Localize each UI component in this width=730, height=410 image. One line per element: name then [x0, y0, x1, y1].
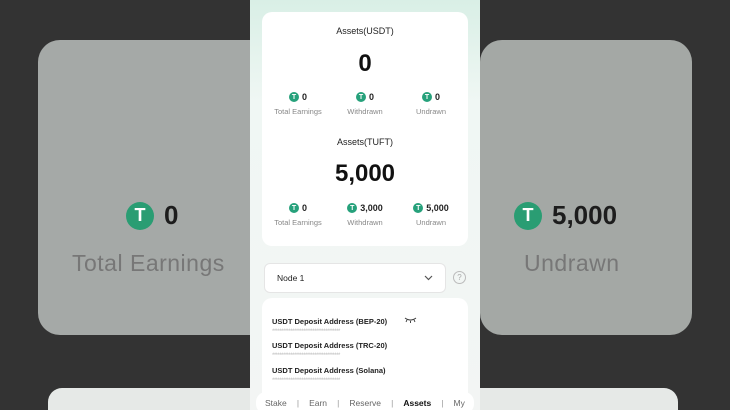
eye-closed-icon[interactable]: [404, 316, 417, 325]
bottom-tabbar: Stake | Earn | Reserve | Assets | My: [256, 392, 474, 410]
tab-stake[interactable]: Stake: [265, 398, 287, 408]
stat-value: 3,000: [360, 203, 383, 213]
deposit-bep20-label: USDT Deposit Address (BEP-20): [272, 317, 388, 326]
stat-value: 5,000: [426, 203, 449, 213]
stat-value: 0: [301, 203, 307, 213]
bg-undrawn-label: Undrawn: [524, 250, 620, 276]
usdt-assets-title: Assets(USDT): [336, 26, 394, 36]
usdt-undrawn: T0 Undrawn: [397, 92, 465, 116]
usdt-total-earnings: T0 Total Earnings: [264, 92, 332, 116]
stat-label: Total Earnings: [274, 218, 322, 227]
usdt-assets-value: 0: [358, 50, 372, 77]
stat-value: 0: [368, 92, 374, 102]
phone-screen: Assets(USDT) 0 T0 Total Earnings T0 With…: [250, 0, 480, 410]
stat-label: Total Earnings: [274, 107, 322, 116]
deposit-solana-address[interactable]: *************************************: [272, 378, 340, 384]
tuft-assets-title: Assets(TUFT): [337, 137, 393, 147]
tether-coin-icon: T: [126, 201, 154, 230]
stat-label: Withdrawn: [347, 107, 383, 116]
stat-label: Withdrawn: [347, 218, 383, 227]
bg-shade-left: [0, 0, 250, 410]
tether-coin-icon: T: [347, 203, 358, 213]
stat-label: Undrawn: [415, 218, 446, 227]
tuft-withdrawn: T 3,000 Withdrawn: [331, 203, 399, 227]
bg-undrawn-value: T 5,000: [514, 200, 617, 231]
bg-earnings-label: Total Earnings: [72, 250, 225, 276]
tab-earn[interactable]: Earn: [309, 398, 327, 408]
tuft-total-earnings: T0 Total Earnings: [264, 203, 332, 227]
assets-card: Assets(USDT) 0 T0 Total Earnings T0 With…: [262, 12, 468, 246]
tab-reserve[interactable]: Reserve: [349, 398, 381, 408]
tether-coin-icon: T: [421, 92, 432, 102]
deposit-bep20-address[interactable]: *************************************: [272, 329, 340, 335]
tab-my[interactable]: My: [454, 398, 465, 408]
stat-value: 0: [301, 92, 307, 102]
stat-value: 0: [434, 92, 440, 102]
tether-coin-icon: T: [355, 92, 366, 102]
help-icon[interactable]: ?: [453, 271, 466, 284]
deposit-trc20-address[interactable]: *************************************: [272, 353, 340, 359]
node-select-value: Node 1: [277, 273, 305, 283]
deposit-trc20-label: USDT Deposit Address (TRC-20): [272, 341, 388, 350]
bg-earnings-value: T 0: [126, 200, 178, 231]
chevron-down-icon: [424, 273, 433, 283]
tether-coin-icon: T: [413, 203, 424, 213]
stat-label: Undrawn: [415, 107, 446, 116]
bg-value-text: 0: [164, 200, 179, 230]
node-select-dropdown[interactable]: Node 1: [264, 263, 446, 293]
tuft-assets-value: 5,000: [334, 160, 396, 187]
tether-coin-icon: T: [288, 92, 299, 102]
tab-assets[interactable]: Assets: [403, 398, 431, 408]
tuft-undrawn: T 5,000 Undrawn: [397, 203, 465, 227]
deposit-solana-label: USDT Deposit Address (Solana): [272, 366, 386, 375]
tether-coin-icon: T: [288, 203, 299, 213]
bg-value-text: 5,000: [552, 200, 618, 230]
tether-coin-icon: T: [514, 201, 542, 230]
usdt-withdrawn: T0 Withdrawn: [331, 92, 399, 116]
